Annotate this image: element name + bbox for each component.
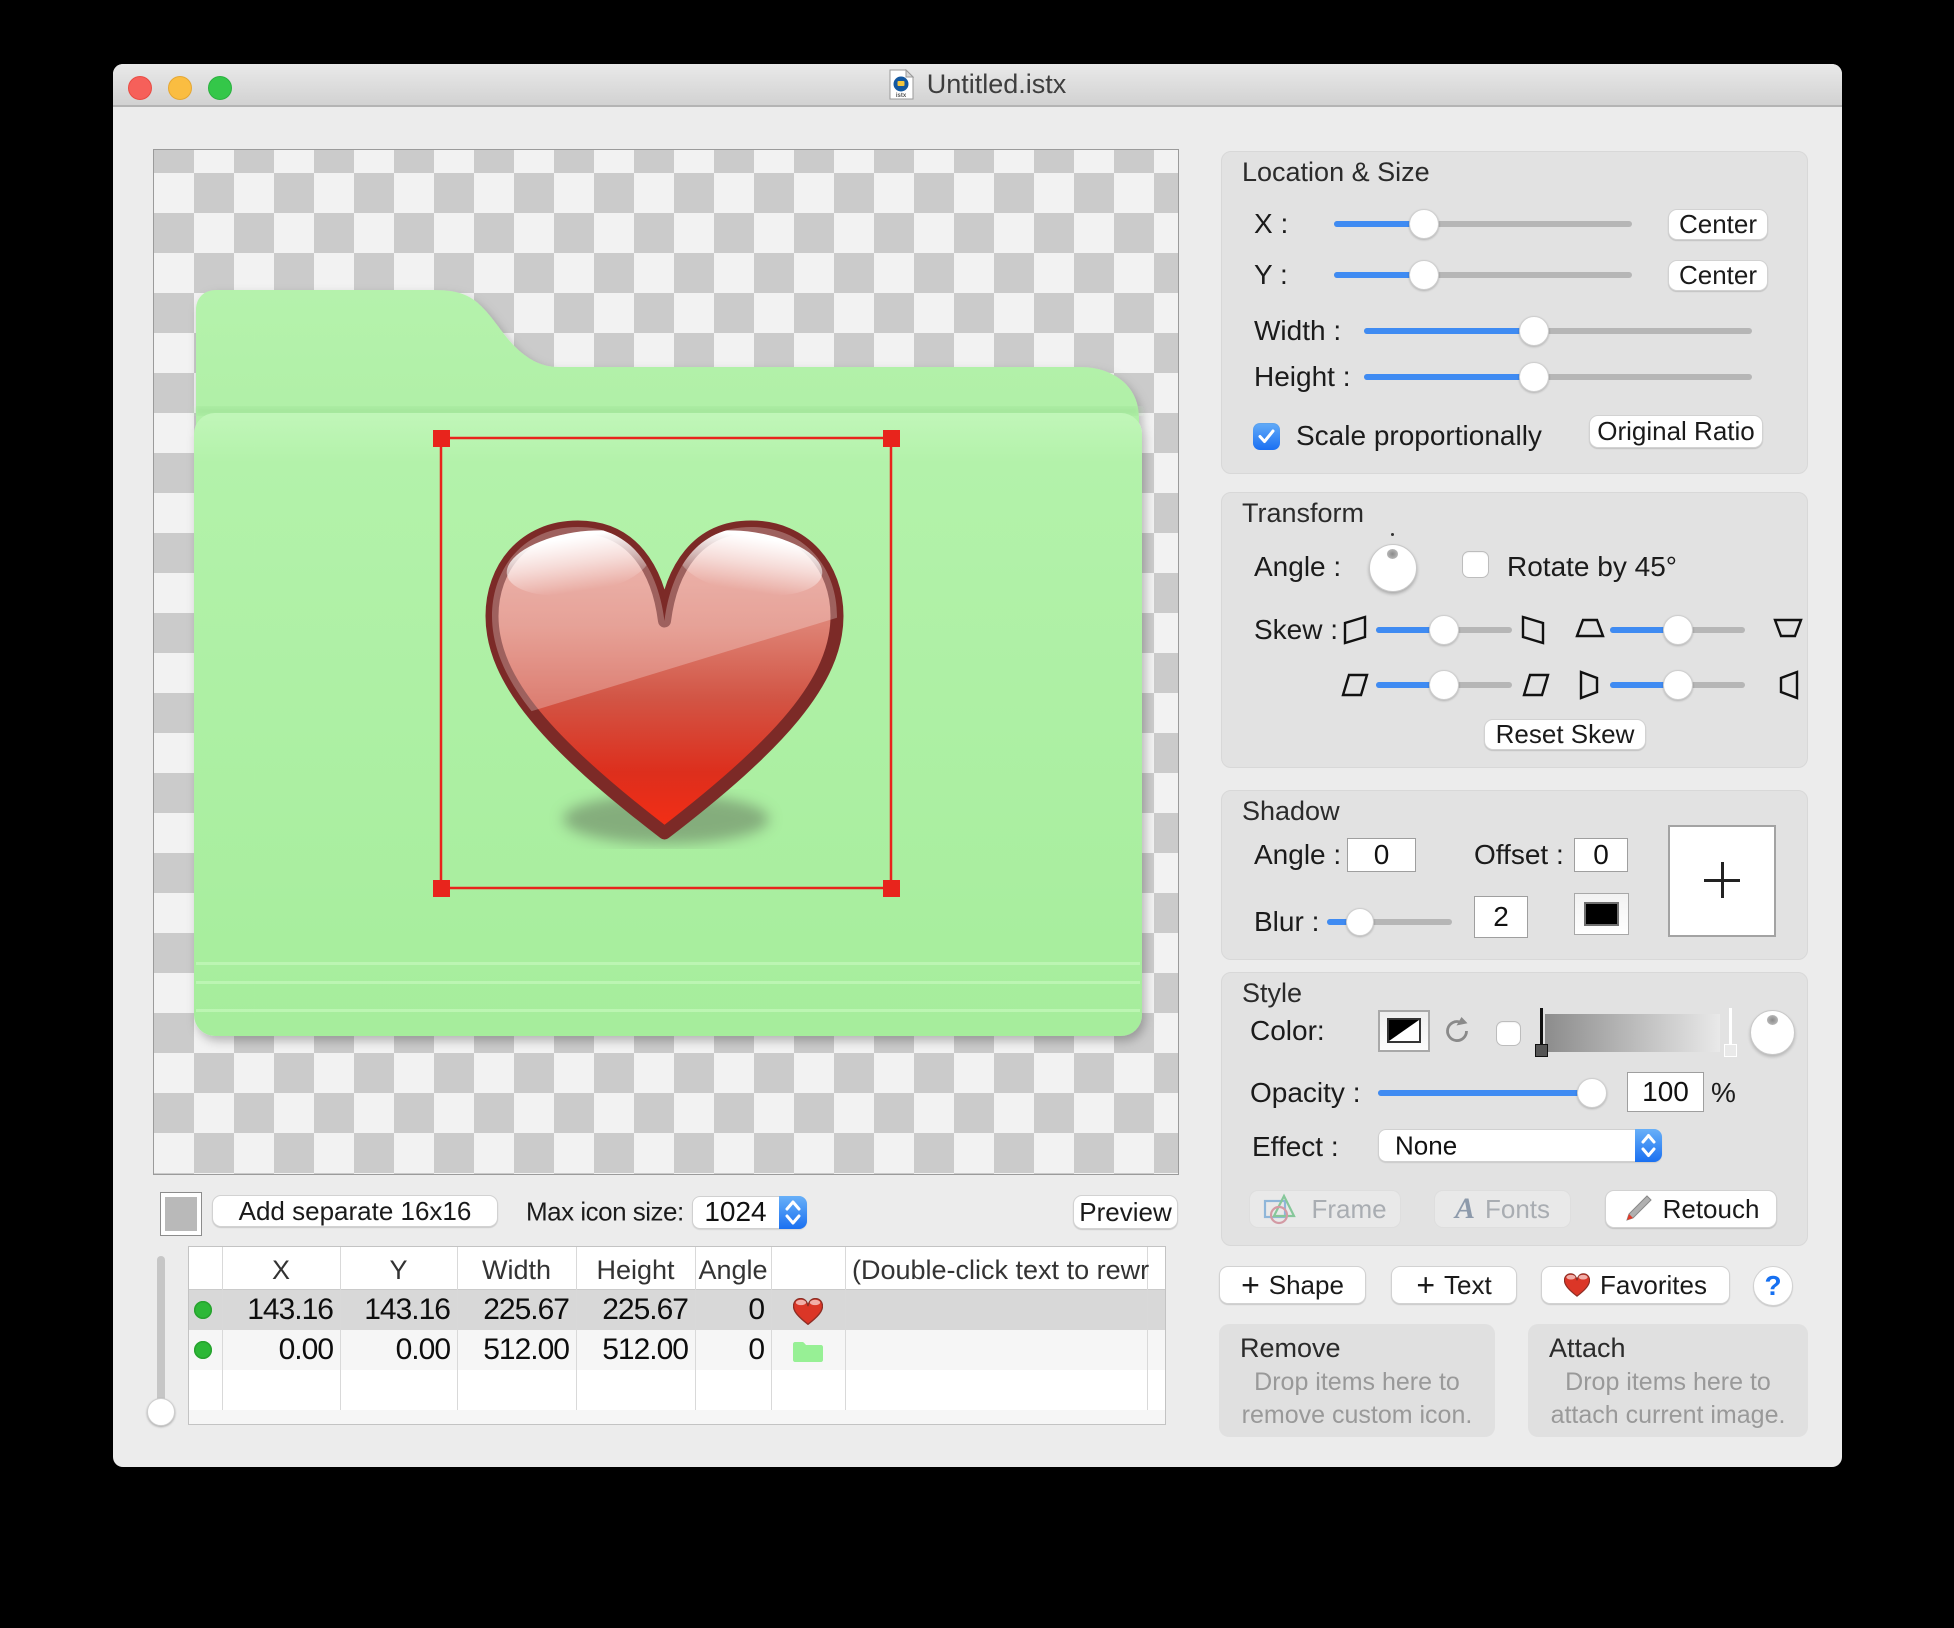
svg-text:istx: istx [896, 93, 907, 99]
